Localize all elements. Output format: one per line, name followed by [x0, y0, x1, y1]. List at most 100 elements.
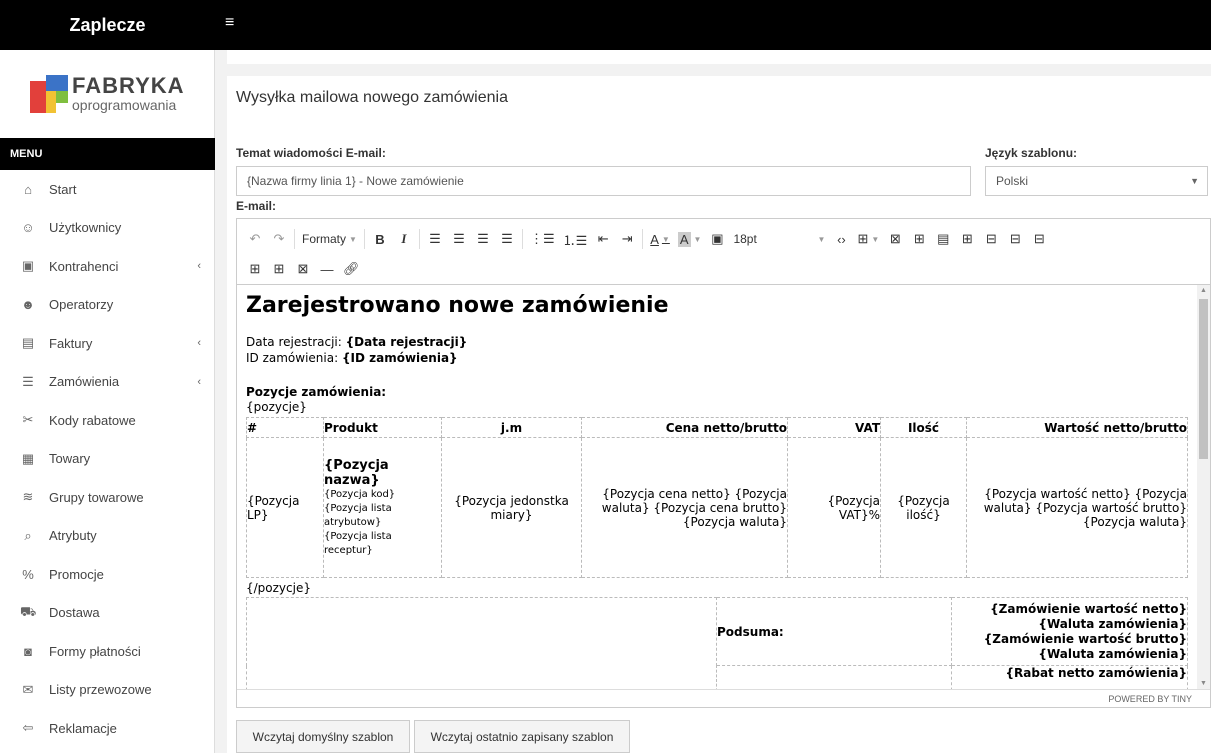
subject-label: Temat wiadomości E-mail: [236, 146, 386, 160]
sidebar-item-label: Faktury [49, 335, 93, 351]
text-color-icon[interactable]: A ▼ [646, 227, 674, 251]
brand-title[interactable]: Zaplecze [0, 0, 215, 50]
summary-gross: {Zamówienie wartość brutto} [983, 631, 1187, 646]
source-code-icon[interactable]: ‹› [829, 227, 853, 251]
italic-button[interactable]: I [392, 227, 416, 251]
discount-label-cell [716, 665, 952, 689]
mail-icon: ✉ [22, 681, 34, 697]
sidebar-item-start[interactable]: ⌂ Start [0, 170, 215, 209]
chevron-down-icon: ▼ [1190, 176, 1199, 186]
table-props-icon[interactable]: ⊞ [907, 227, 931, 251]
table-delete-icon[interactable]: ⊠ [883, 227, 907, 251]
insert-col-after-icon[interactable]: ⊞ [267, 257, 291, 281]
font-size-select[interactable]: 18pt ▼ [729, 227, 829, 251]
language-select[interactable]: Polski ▼ [985, 166, 1208, 196]
col-header-product: Produkt [323, 417, 442, 438]
sidebar-item-atrybuty[interactable]: ⌕ Atrybuty [0, 517, 215, 556]
image-icon[interactable]: ▣ [705, 227, 729, 251]
sidebar-item-dostawa[interactable]: ⛟ Dostawa [0, 594, 215, 633]
logo-text-sub: oprogramowania [72, 97, 177, 113]
summary-currency-1: {Waluta zamówienia} [1038, 616, 1187, 631]
table-row: {Pozycja LP} {Pozycja nazwa} {Pozycja ko… [246, 437, 1188, 578]
delete-row-icon[interactable]: ⊟ [1027, 227, 1051, 251]
background-color-icon[interactable]: A ▼ [674, 227, 706, 251]
sidebar-item-zamówienia[interactable]: ☰ Zamówienia ‹ [0, 363, 215, 402]
bold-button[interactable]: B [368, 227, 392, 251]
align-center-icon[interactable]: ☰ [447, 227, 471, 251]
scroll-down-icon[interactable]: ▼ [1200, 680, 1207, 687]
align-right-icon[interactable]: ☰ [471, 227, 495, 251]
load-last-template-button[interactable]: Wczytaj ostatnio zapisany szablon [414, 720, 630, 753]
sidebar-menu: ⌂ Start ☺ Użytkownicy ▣ Kontrahenci ‹ ☻ Operator… [0, 170, 215, 748]
sidebar-item-label: Reklamacje [49, 720, 117, 736]
cell-unit: {Pozycja jedonstka miary} [441, 437, 582, 578]
chevron-left-icon: ‹ [197, 260, 201, 273]
positions-close-tag: {/pozycje} [246, 581, 311, 595]
sidebar-item-kontrahenci[interactable]: ▣ Kontrahenci ‹ [0, 247, 215, 286]
users-icon: ☺ [21, 220, 35, 236]
col-header-value: Wartość netto/brutto [966, 417, 1188, 438]
col-header-price: Cena netto/brutto [581, 417, 788, 438]
summary-net: {Zamówienie wartość netto} [990, 601, 1187, 616]
formats-dropdown[interactable]: Formaty ▼ [298, 227, 361, 251]
sidebar-item-faktury[interactable]: ▤ Faktury ‹ [0, 324, 215, 363]
insert-col-before-icon[interactable]: ⊞ [243, 257, 267, 281]
link-icon[interactable]: 🔗︎ [339, 257, 364, 281]
contacts-icon: ▣ [21, 258, 35, 274]
numbered-list-icon[interactable]: ⒈☰ [559, 227, 592, 251]
top-bar: ≡ [215, 0, 1211, 50]
hamburger-icon[interactable]: ≡ [225, 14, 234, 32]
load-default-template-button[interactable]: Wczytaj domyślny szablon [236, 720, 410, 753]
delete-col-icon[interactable]: ⊠ [291, 257, 315, 281]
money-icon: ◙ [24, 643, 32, 659]
table-icon[interactable]: ⊞ ▼ [853, 227, 883, 251]
product-attrs: {Pozycja lista atrybutow} [324, 502, 392, 528]
sidebar-item-label: Listy przewozowe [49, 682, 152, 698]
sidebar-item-reklamacje[interactable]: ⇦ Reklamacje [0, 709, 215, 748]
page-title: Wysyłka mailowa nowego zamówienia [236, 89, 508, 106]
truck-icon: ⛟ [20, 603, 37, 619]
sidebar-item-kody-rabatowe[interactable]: ✂ Kody rabatowe [0, 401, 215, 440]
sidebar-item-label: Start [49, 181, 77, 197]
sidebar-item-label: Kody rabatowe [49, 412, 136, 428]
insert-row-before-icon[interactable]: ⊟ [979, 227, 1003, 251]
undo-icon[interactable]: ↶ [243, 227, 267, 251]
row-props-icon[interactable]: ▤ [931, 227, 955, 251]
sidebar-item-użytkownicy[interactable]: ☺ Użytkownicy [0, 209, 215, 248]
email-heading: Zarejestrowano nowe zamówienie [246, 293, 669, 318]
sidebar-item-label: Kontrahenci [49, 258, 119, 274]
horizontal-line-icon[interactable]: — [315, 257, 339, 281]
summary-label: Podsuma: [716, 597, 952, 666]
sidebar-item-grupy-towarowe[interactable]: ≋ Grupy towarowe [0, 478, 215, 517]
col-header-qty: Ilość [880, 417, 967, 438]
sidebar-item-promocje[interactable]: % Promocje [0, 555, 215, 594]
sidebar-item-operatorzy[interactable]: ☻ Operatorzy [0, 286, 215, 325]
scrollbar-thumb[interactable] [1199, 299, 1208, 459]
align-justify-icon[interactable]: ☰ [495, 227, 519, 251]
insert-row-after-icon[interactable]: ⊟ [1003, 227, 1027, 251]
scroll-up-icon[interactable]: ▲ [1200, 287, 1207, 294]
order-id-line: ID zamówienia: {ID zamówienia} [246, 351, 458, 365]
indent-icon[interactable]: ⇥ [615, 227, 639, 251]
subject-input[interactable]: {Nazwa firmy linia 1} - Nowe zamówienie [236, 166, 971, 196]
cell-props-icon[interactable]: ⊞ [955, 227, 979, 251]
bullet-list-icon[interactable]: ⋮☰ [526, 227, 559, 251]
summary-currency-2: {Waluta zamówienia} [1038, 646, 1187, 661]
cell-value: {Pozycja wartość netto} {Pozycja waluta}… [966, 437, 1188, 578]
sidebar-item-formy-płatności[interactable]: ◙ Formy płatności [0, 632, 215, 671]
cell-lp: {Pozycja LP} [246, 437, 324, 578]
editor-content[interactable]: Zarejestrowano nowe zamówienie Data reje… [237, 285, 1197, 689]
sidebar-item-label: Grupy towarowe [49, 489, 144, 505]
sidebar-item-towary[interactable]: ▦ Towary [0, 440, 215, 479]
sidebar-item-listy-przewozowe[interactable]: ✉ Listy przewozowe [0, 671, 215, 710]
col-header-lp: # [246, 417, 324, 438]
outdent-icon[interactable]: ⇤ [591, 227, 615, 251]
align-left-icon[interactable]: ☰ [423, 227, 447, 251]
home-icon: ⌂ [24, 181, 32, 197]
redo-icon[interactable]: ↷ [267, 227, 291, 251]
top-panel-strip [227, 50, 1211, 64]
sidebar-item-label: Operatorzy [49, 297, 114, 313]
font-size-value: 18pt [733, 232, 757, 246]
sidebar-item-label: Formy płatności [49, 643, 141, 659]
editor-scrollbar[interactable]: ▲ ▼ [1197, 285, 1210, 689]
